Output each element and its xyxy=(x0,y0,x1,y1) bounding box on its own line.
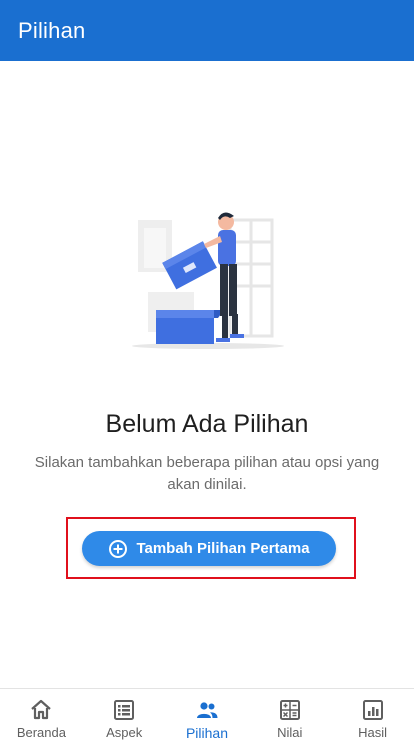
nav-item-beranda[interactable]: Beranda xyxy=(0,689,83,749)
people-icon xyxy=(196,702,218,718)
list-icon xyxy=(114,700,135,720)
nav-label-beranda: Beranda xyxy=(16,725,66,740)
nav-item-hasil[interactable]: Hasil xyxy=(331,689,414,749)
nav-label-nilai: Nilai xyxy=(277,725,303,740)
app-bar: Pilihan xyxy=(0,0,414,61)
page-title: Pilihan xyxy=(18,17,86,43)
add-first-option-label: Tambah Pilihan Pertama xyxy=(136,540,310,557)
home-icon xyxy=(31,699,52,720)
calculator-icon xyxy=(279,700,300,720)
nav-label-hasil: Hasil xyxy=(358,725,388,740)
chart-icon xyxy=(362,700,383,720)
add-circle-icon xyxy=(108,539,128,559)
nav-label-pilihan: Pilihan xyxy=(185,725,228,741)
nav-item-aspek[interactable]: Aspek xyxy=(83,689,166,749)
empty-state-title: Belum Ada Pilihan xyxy=(105,410,309,438)
nav-item-pilihan[interactable]: Pilihan xyxy=(166,689,249,749)
add-first-option-button[interactable]: Tambah Pilihan Pertama xyxy=(82,531,336,566)
empty-state-description: Silakan tambahkan beberapa pilihan atau … xyxy=(34,454,380,493)
empty-boxes-illustration xyxy=(132,212,284,349)
bottom-navigation: Beranda Aspek Pilihan Nilai Hasil xyxy=(0,688,414,749)
nav-item-nilai[interactable]: Nilai xyxy=(248,689,331,749)
nav-label-aspek: Aspek xyxy=(106,725,143,740)
